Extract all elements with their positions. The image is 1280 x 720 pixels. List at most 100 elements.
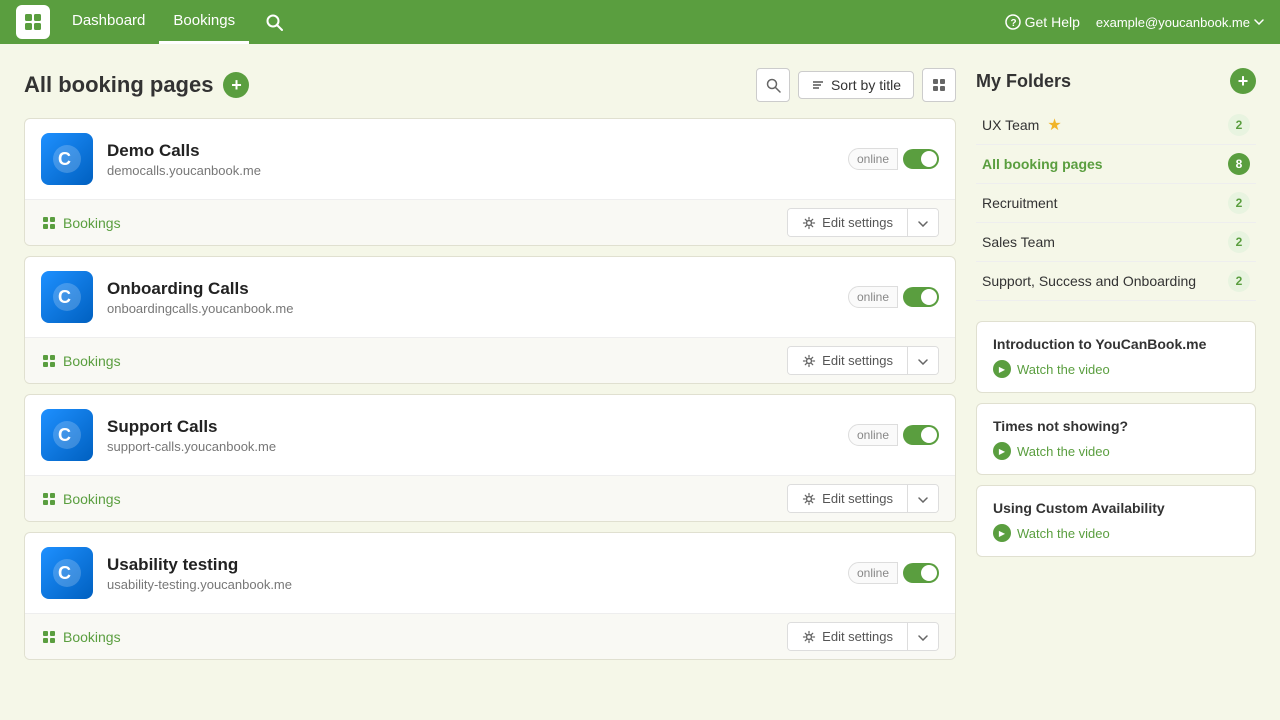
booking-card: C Usability testing usability-testing.yo… (24, 532, 956, 660)
folder-name: Recruitment (982, 195, 1057, 211)
bookings-link[interactable]: Bookings (41, 215, 121, 231)
folder-item[interactable]: UX Team ★ 2 (976, 106, 1256, 145)
folder-count: 8 (1228, 153, 1250, 175)
edit-settings-dropdown[interactable] (908, 347, 938, 374)
status-label: online (848, 286, 898, 308)
booking-card-top: C Support Calls support-calls.youcanbook… (25, 395, 955, 475)
booking-status: online (848, 286, 939, 308)
booking-url: democalls.youcanbook.me (107, 163, 261, 178)
video-card: Times not showing? ▶ Watch the video (976, 403, 1256, 475)
bookings-link[interactable]: Bookings (41, 629, 121, 645)
video-card: Introduction to YouCanBook.me ▶ Watch th… (976, 321, 1256, 393)
edit-settings-dropdown[interactable] (908, 485, 938, 512)
watch-video-label: Watch the video (1017, 444, 1110, 459)
search-button[interactable] (756, 68, 790, 102)
folder-count: 2 (1228, 270, 1250, 292)
video-title: Introduction to YouCanBook.me (993, 336, 1239, 352)
status-toggle[interactable] (903, 563, 939, 583)
page-title-text: All booking pages (24, 72, 213, 98)
booking-info: C Usability testing usability-testing.yo… (41, 547, 292, 599)
folder-item[interactable]: Sales Team 2 (976, 223, 1256, 262)
booking-card-bottom: Bookings Edit settings (25, 613, 955, 659)
status-toggle[interactable] (903, 425, 939, 445)
watch-video-link[interactable]: ▶ Watch the video (993, 524, 1239, 542)
folder-count: 2 (1228, 114, 1250, 136)
navbar-search-icon[interactable] (257, 0, 291, 44)
booking-avatar: C (41, 409, 93, 461)
folder-item-left: Support, Success and Onboarding (982, 273, 1196, 289)
booking-cards-list: C Demo Calls democalls.youcanbook.me onl… (24, 118, 956, 660)
booking-text: Usability testing usability-testing.youc… (107, 555, 292, 592)
help-link[interactable]: ? Get Help (1005, 14, 1080, 30)
edit-settings-label: Edit settings (822, 629, 893, 644)
watch-video-link[interactable]: ▶ Watch the video (993, 442, 1239, 460)
edit-settings-main[interactable]: Edit settings (788, 623, 908, 650)
sort-button[interactable]: Sort by title (798, 71, 914, 99)
folder-item[interactable]: Recruitment 2 (976, 184, 1256, 223)
folder-count: 2 (1228, 231, 1250, 253)
edit-settings-main[interactable]: Edit settings (788, 209, 908, 236)
edit-settings-dropdown[interactable] (908, 623, 938, 650)
edit-settings-main[interactable]: Edit settings (788, 347, 908, 374)
folder-name: Sales Team (982, 234, 1055, 250)
folder-item[interactable]: All booking pages 8 (976, 145, 1256, 184)
navbar-right: ? Get Help example@youcanbook.me (1005, 14, 1264, 30)
booking-text: Demo Calls democalls.youcanbook.me (107, 141, 261, 178)
bookings-nav-link[interactable]: Bookings (159, 0, 249, 44)
svg-text:C: C (58, 287, 71, 307)
booking-url: onboardingcalls.youcanbook.me (107, 301, 293, 316)
booking-info: C Demo Calls democalls.youcanbook.me (41, 133, 261, 185)
watch-video-link[interactable]: ▶ Watch the video (993, 360, 1239, 378)
booking-text: Onboarding Calls onboardingcalls.youcanb… (107, 279, 293, 316)
edit-settings-button[interactable]: Edit settings (787, 484, 939, 513)
booking-card-top: C Onboarding Calls onboardingcalls.youca… (25, 257, 955, 337)
svg-text:?: ? (1010, 18, 1016, 29)
booking-status: online (848, 148, 939, 170)
booking-card: C Demo Calls democalls.youcanbook.me onl… (24, 118, 956, 246)
main-layout: All booking pages + Sort by titl (0, 44, 1280, 694)
edit-settings-main[interactable]: Edit settings (788, 485, 908, 512)
folder-item-left: Sales Team (982, 234, 1055, 250)
app-logo[interactable] (16, 5, 50, 39)
add-folder-button[interactable]: + (1230, 68, 1256, 94)
booking-status: online (848, 424, 939, 446)
booking-text: Support Calls support-calls.youcanbook.m… (107, 417, 276, 454)
dashboard-nav-link[interactable]: Dashboard (58, 0, 159, 44)
bookings-link[interactable]: Bookings (41, 353, 121, 369)
booking-card-top: C Demo Calls democalls.youcanbook.me onl… (25, 119, 955, 199)
video-card: Using Custom Availability ▶ Watch the vi… (976, 485, 1256, 557)
bookings-link-label: Bookings (63, 629, 121, 645)
booking-status: online (848, 562, 939, 584)
folder-item[interactable]: Support, Success and Onboarding 2 (976, 262, 1256, 301)
edit-settings-button[interactable]: Edit settings (787, 208, 939, 237)
user-menu[interactable]: example@youcanbook.me (1096, 15, 1264, 30)
sidebar: My Folders + UX Team ★ 2 All booking pag… (976, 68, 1256, 670)
bookings-link-label: Bookings (63, 353, 121, 369)
status-toggle[interactable] (903, 287, 939, 307)
watch-video-label: Watch the video (1017, 526, 1110, 541)
edit-settings-button[interactable]: Edit settings (787, 346, 939, 375)
sort-label: Sort by title (831, 77, 901, 93)
booking-url: support-calls.youcanbook.me (107, 439, 276, 454)
booking-card-bottom: Bookings Edit settings (25, 337, 955, 383)
video-title: Times not showing? (993, 418, 1239, 434)
booking-info: C Onboarding Calls onboardingcalls.youca… (41, 271, 293, 323)
svg-text:C: C (58, 425, 71, 445)
add-booking-page-button[interactable]: + (223, 72, 249, 98)
folder-item-left: All booking pages (982, 156, 1103, 172)
navbar-links: Dashboard Bookings (58, 0, 249, 44)
folder-name: UX Team (982, 117, 1039, 133)
booking-card-top: C Usability testing usability-testing.yo… (25, 533, 955, 613)
bookings-link[interactable]: Bookings (41, 491, 121, 507)
navbar: Dashboard Bookings ? Get Help example@yo… (0, 0, 1280, 44)
booking-name: Onboarding Calls (107, 279, 293, 299)
edit-settings-button[interactable]: Edit settings (787, 622, 939, 651)
status-toggle[interactable] (903, 149, 939, 169)
booking-name: Usability testing (107, 555, 292, 575)
edit-settings-dropdown[interactable] (908, 209, 938, 236)
edit-settings-label: Edit settings (822, 353, 893, 368)
booking-name: Support Calls (107, 417, 276, 437)
folder-item-left: Recruitment (982, 195, 1057, 211)
video-title: Using Custom Availability (993, 500, 1239, 516)
list-view-button[interactable] (922, 68, 956, 102)
